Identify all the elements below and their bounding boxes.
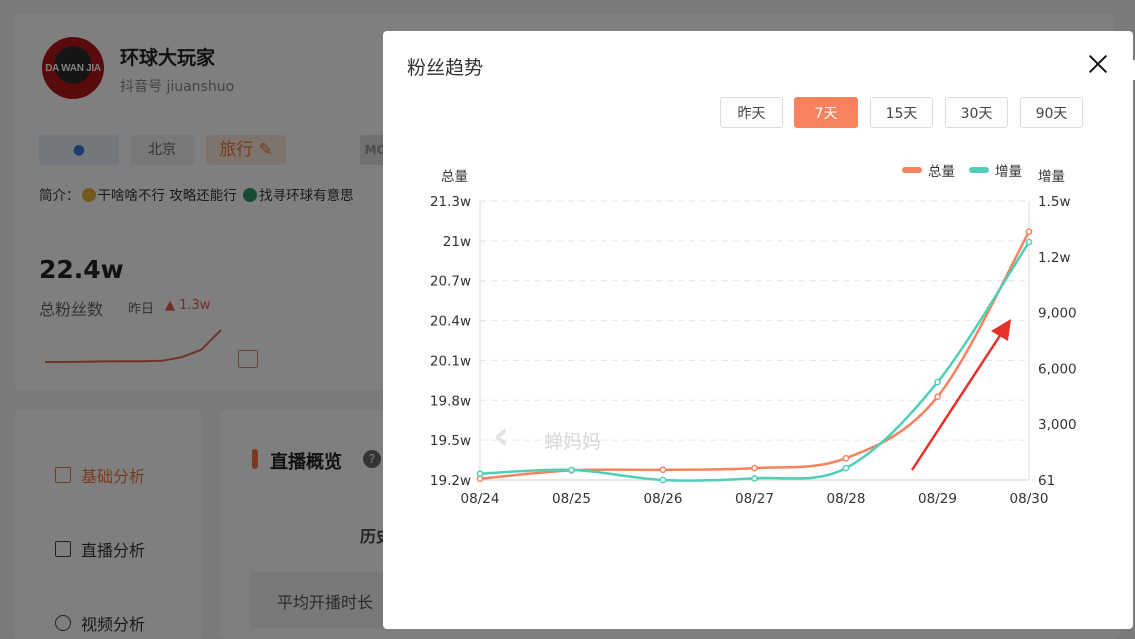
left-tick-label: 19.8w [430, 393, 471, 409]
arrow-head [991, 319, 1011, 341]
series-point [751, 474, 758, 482]
series-point [659, 476, 667, 484]
fans-trend-modal: 粉丝趋势 昨天 7天 15天 30天 90天 ‹ 蝉妈妈 总量 增量 19.2w… [383, 31, 1133, 629]
legend-swatch [969, 167, 989, 173]
x-tick-label: 08/29 [918, 491, 957, 507]
x-tick-label: 08/24 [461, 491, 500, 507]
x-tick-label: 08/25 [552, 491, 591, 507]
left-tick-labels: 19.2w 19.5w 19.8w 20.1w 20.4w 20.7w 21w 21.3w [430, 194, 471, 489]
right-tick-label: 9,000 [1038, 306, 1077, 322]
right-tick-label: 61 [1038, 473, 1055, 489]
x-tick-label: 08/26 [644, 491, 683, 507]
x-tick-labels: 08/24 08/25 08/26 08/27 08/28 08/29 08/30 [461, 491, 1049, 507]
series-point [751, 464, 758, 472]
left-axis-label: 总量 [441, 169, 468, 185]
right-tick-label: 1.5w [1038, 194, 1071, 210]
x-tick-label: 08/27 [735, 491, 774, 507]
series-point [1025, 228, 1033, 236]
left-tick-label: 20.1w [430, 353, 471, 369]
series-point [568, 466, 575, 474]
legend-swatch [902, 167, 922, 173]
right-axis-label: 增量 [1038, 169, 1065, 185]
legend-label: 总量 [928, 164, 955, 180]
left-tick-label: 20.7w [430, 274, 471, 290]
series-point [842, 454, 850, 462]
series-point [842, 464, 850, 472]
legend-label: 增量 [995, 164, 1022, 180]
left-tick-label: 19.2w [430, 473, 471, 489]
watermark-logo: ‹ [493, 413, 509, 459]
right-tick-label: 1.2w [1038, 250, 1071, 266]
series-point [659, 466, 667, 474]
fans-trend-chart: ‹ 蝉妈妈 总量 增量 19.2w 19.5w 19.8w 20.1w 20.4w 20.… [430, 164, 1077, 507]
series-point [934, 393, 941, 401]
right-tick-labels: 61 3,000 6,000 9,000 1.2w 1.5w [1038, 194, 1077, 489]
left-tick-label: 21.3w [430, 194, 471, 210]
left-tick-label: 20.4w [430, 314, 471, 330]
watermark-text: 蝉妈妈 [544, 431, 601, 453]
series-point [934, 378, 941, 386]
right-tick-label: 3,000 [1038, 417, 1077, 433]
series-point [476, 470, 484, 478]
left-tick-label: 19.5w [430, 433, 471, 449]
series-point [1025, 238, 1033, 246]
watermark: ‹ 蝉妈妈 [493, 413, 601, 459]
x-tick-label: 08/30 [1010, 491, 1049, 507]
right-tick-label: 6,000 [1038, 361, 1077, 377]
chart-legend: 总量 增量 [902, 164, 1022, 180]
left-tick-label: 21w [443, 234, 471, 250]
x-tick-label: 08/28 [827, 491, 866, 507]
